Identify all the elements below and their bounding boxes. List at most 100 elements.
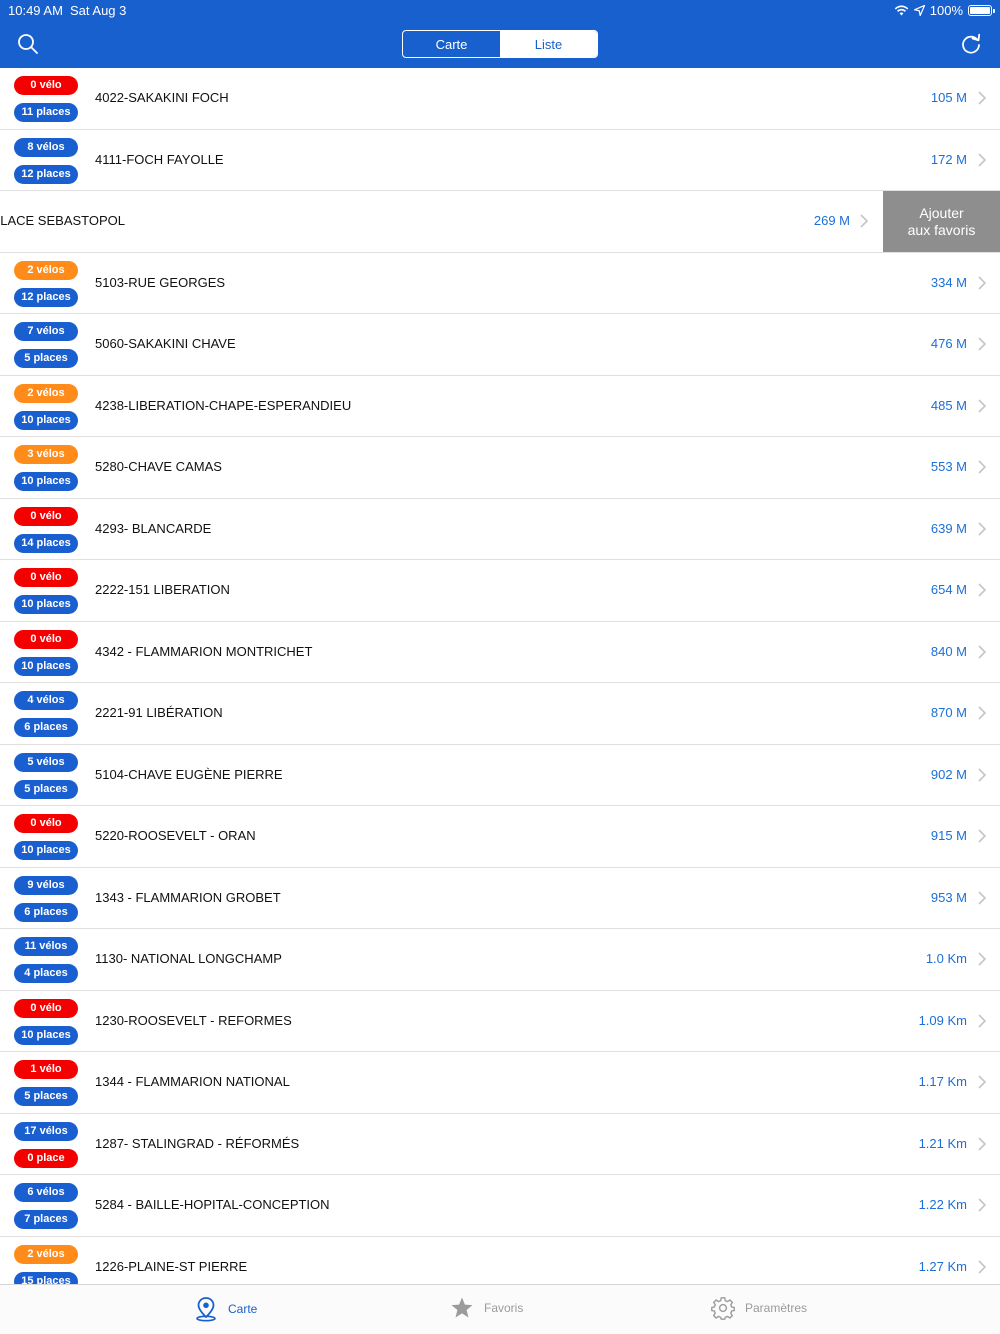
station-row-swiped[interactable]: 7-PLACE SEBASTOPOL 269 M Ajouter aux fav… <box>0 191 1000 253</box>
places-badge: 5 places <box>14 349 78 368</box>
bikes-badge: 11 vélos <box>14 937 78 956</box>
station-distance: 269 M <box>813 213 850 228</box>
station-list[interactable]: 0 vélo 11 places 4022-SAKAKINI FOCH 105 … <box>0 68 1000 1284</box>
places-badge: 10 places <box>14 656 78 676</box>
search-icon[interactable] <box>17 33 39 55</box>
chevron-right-icon <box>978 644 986 659</box>
chevron-right-icon <box>978 152 986 167</box>
status-indicators: 100% <box>894 3 995 18</box>
segment-carte[interactable]: Carte <box>403 31 500 57</box>
station-name: 1344 - FLAMMARION NATIONAL <box>95 1074 290 1089</box>
station-row[interactable]: 0 vélo 14 places 4293- BLANCARDE 639 M <box>0 498 1000 561</box>
station-row[interactable]: 11 vélos 4 places 1130- NATIONAL LONGCHA… <box>0 929 1000 991</box>
station-distance: 1.09 Km <box>918 1012 967 1028</box>
bikes-badge: 0 vélo <box>14 568 78 587</box>
availability-badges: 5 vélos 5 places <box>14 752 78 807</box>
bikes-badge: 4 vélos <box>14 691 78 710</box>
chevron-right-icon <box>978 1136 986 1151</box>
places-badge: 0 place <box>14 1148 78 1168</box>
station-distance: 334 M <box>930 274 967 290</box>
availability-badges: 8 vélos 12 places <box>14 137 78 192</box>
station-row[interactable]: 0 vélo 10 places 5220-ROOSEVELT - ORAN 9… <box>0 806 1000 868</box>
chevron-right-icon <box>978 91 986 105</box>
availability-badges: 9 vélos 6 places <box>14 875 78 930</box>
bikes-badge: 0 vélo <box>14 629 78 649</box>
station-row[interactable]: 5 vélos 5 places 5104-CHAVE EUGÈNE PIERR… <box>0 744 1000 807</box>
places-badge: 15 places <box>14 1271 78 1284</box>
station-distance: 654 M <box>930 582 967 597</box>
station-name: 5104-CHAVE EUGÈNE PIERRE <box>95 766 283 782</box>
chevron-right-icon <box>978 460 986 474</box>
station-row[interactable]: 0 vélo 11 places 4022-SAKAKINI FOCH 105 … <box>0 68 1000 130</box>
places-badge: 7 places <box>14 1210 78 1229</box>
status-time: 10:49 AM <box>8 3 63 18</box>
chevron-right-icon <box>978 952 986 966</box>
tab-carte[interactable]: Carte <box>194 1296 257 1322</box>
battery-percent: 100% <box>929 3 963 18</box>
station-row[interactable]: 1 vélo 5 places 1344 - FLAMMARION NATION… <box>0 1052 1000 1114</box>
station-distance: 485 M <box>930 397 967 413</box>
view-segmented-control: Carte Liste <box>402 30 598 58</box>
tab-parametres[interactable]: Paramètres <box>711 1296 807 1320</box>
station-name: 4342 - FLAMMARION MONTRICHET <box>95 643 313 659</box>
station-row[interactable]: 0 vélo 10 places 4342 - FLAMMARION MONTR… <box>0 621 1000 684</box>
availability-badges: 2 vélos 10 places <box>14 383 78 438</box>
chevron-right-icon <box>978 275 986 290</box>
station-row[interactable]: 6 vélos 7 places 5284 - BAILLE-HOPITAL-C… <box>0 1175 1000 1237</box>
chevron-right-icon <box>978 890 986 905</box>
availability-badges: 0 vélo 10 places <box>14 814 78 868</box>
bikes-badge: 0 vélo <box>14 814 78 833</box>
station-row[interactable]: 2 vélos 10 places 4238-LIBERATION-CHAPE-… <box>0 375 1000 438</box>
station-distance: 1.0 Km <box>925 951 967 966</box>
bikes-badge: 3 vélos <box>14 445 78 464</box>
station-name: 5103-RUE GEORGES <box>95 274 226 290</box>
bikes-badge: 6 vélos <box>14 1183 78 1202</box>
bikes-badge: 0 vélo <box>14 998 78 1018</box>
station-distance: 902 M <box>930 766 967 782</box>
add-to-favorites-button[interactable]: Ajouter aux favoris <box>883 191 1000 252</box>
bikes-badge: 1 vélo <box>14 1060 78 1079</box>
places-badge: 6 places <box>14 718 78 737</box>
station-name: 7-PLACE SEBASTOPOL <box>0 213 125 228</box>
availability-badges: 11 vélos 4 places <box>14 937 78 991</box>
refresh-icon[interactable] <box>960 33 982 55</box>
availability-badges: 0 vélo 11 places <box>14 76 78 130</box>
station-row[interactable]: 2 vélos 12 places 5103-RUE GEORGES 334 M <box>0 252 1000 314</box>
station-name: 5284 - BAILLE-HOPITAL-CONCEPTION <box>95 1197 330 1212</box>
bikes-badge: 8 vélos <box>14 137 78 157</box>
places-badge: 12 places <box>14 164 78 184</box>
station-row[interactable]: 17 vélos 0 place 1287- STALINGRAD - RÉFO… <box>0 1113 1000 1176</box>
chevron-right-icon <box>860 214 868 228</box>
station-row[interactable]: 0 vélo 10 places 2222-151 LIBERATION 654… <box>0 560 1000 622</box>
station-row[interactable]: 9 vélos 6 places 1343 - FLAMMARION GROBE… <box>0 867 1000 930</box>
station-row[interactable]: 4 vélos 6 places 2221-91 LIBÉRATION 870 … <box>0 683 1000 745</box>
availability-badges: 17 vélos 0 place <box>14 1121 78 1176</box>
station-name: 1287- STALINGRAD - RÉFORMÉS <box>95 1135 300 1151</box>
station-row[interactable]: 8 vélos 12 places 4111-FOCH FAYOLLE 172 … <box>0 129 1000 192</box>
station-row[interactable]: 0 vélo 10 places 1230-ROOSEVELT - REFORM… <box>0 990 1000 1053</box>
places-badge: 5 places <box>14 779 78 799</box>
tab-label-favoris: Favoris <box>484 1301 524 1315</box>
bikes-badge: 5 vélos <box>14 752 78 772</box>
tab-favoris[interactable]: Favoris <box>450 1296 523 1320</box>
status-date: Sat Aug 3 <box>70 3 127 18</box>
star-icon <box>451 1297 473 1318</box>
station-name: 4238-LIBERATION-CHAPE-ESPERANDIEU <box>95 397 352 413</box>
station-row[interactable]: 3 vélos 10 places 5280-CHAVE CAMAS 553 M <box>0 437 1000 499</box>
availability-badges: 0 vélo 10 places <box>14 998 78 1053</box>
station-name: 2221-91 LIBÉRATION <box>95 705 223 720</box>
chevron-right-icon <box>978 1013 986 1028</box>
station-distance: 639 M <box>930 520 967 536</box>
station-distance: 1.22 Km <box>918 1197 967 1212</box>
station-name: 5060-SAKAKINI CHAVE <box>95 336 236 351</box>
availability-badges: 2 vélos 15 places <box>14 1244 78 1284</box>
availability-badges: 0 vélo 14 places <box>14 506 78 561</box>
station-row[interactable]: 7 vélos 5 places 5060-SAKAKINI CHAVE 476… <box>0 314 1000 376</box>
bikes-badge: 2 vélos <box>14 383 78 403</box>
station-row[interactable]: 2 vélos 15 places 1226-PLAINE-ST PIERRE … <box>0 1236 1000 1284</box>
places-badge: 14 places <box>14 533 78 553</box>
segment-liste[interactable]: Liste <box>500 31 597 57</box>
places-badge: 11 places <box>14 103 78 122</box>
availability-badges: 0 vélo 10 places <box>14 629 78 684</box>
station-distance: 953 M <box>930 889 967 905</box>
